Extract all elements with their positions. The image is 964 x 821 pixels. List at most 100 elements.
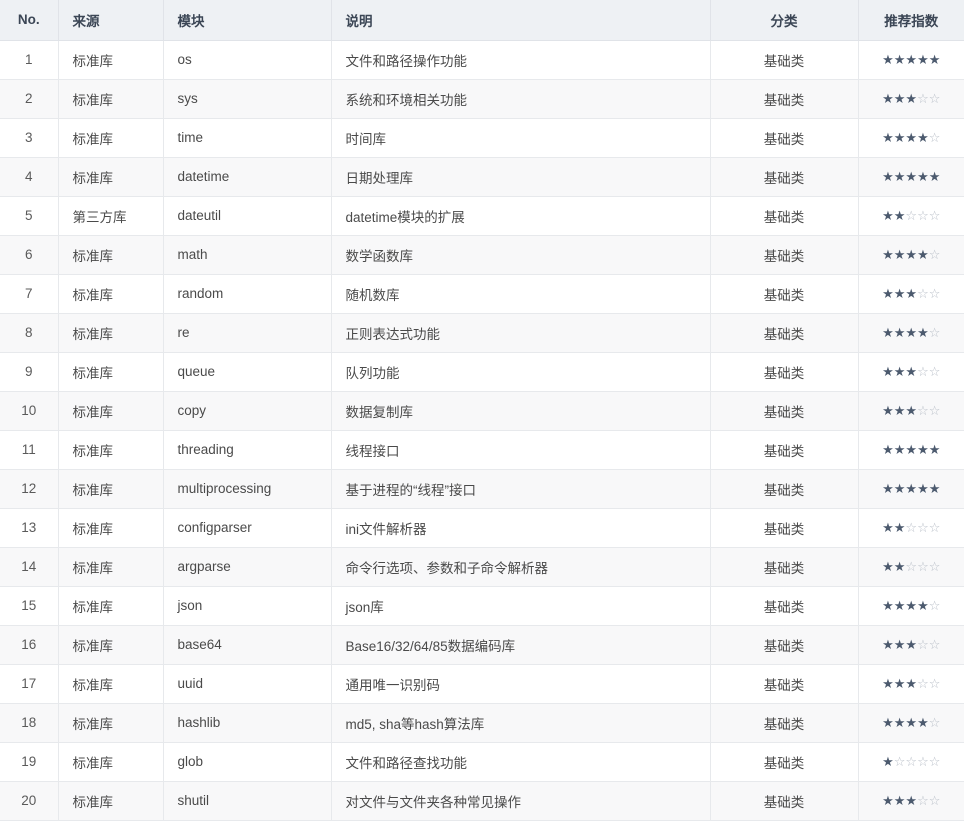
cell-category: 基础类 [710,196,859,236]
rating-stars: ★★★★★ [882,482,940,497]
cell-no: 8 [0,313,59,353]
star-filled-icon: ★ [928,443,941,458]
table-row[interactable]: 7 标准库 random 随机数库 基础类 ★★★☆☆ [0,274,964,314]
cell-no: 9 [0,352,59,392]
table-body: 1 标准库 os 文件和路径操作功能 基础类 ★★★★★ 2 标准库 sys 系统和环境相关功能基… [0,40,964,821]
table-row[interactable]: 6 标准库 math 数学函数库 基础类 ★★★★☆ [0,235,964,275]
column-header-no[interactable]: No. [0,0,59,41]
table-row[interactable]: 10 标准库 copy 数据复制库 基础类 ★★★☆☆ [0,391,964,431]
column-header-rating[interactable]: 推荐指数 [858,0,964,41]
cell-description: 通用唯一识别码 [331,664,711,704]
cell-rating: ★★★☆☆ [858,781,964,821]
cell-category: 基础类 [710,157,859,197]
table-row[interactable]: 13 标准库 configparser ini文件解析器 基础类 ★★☆☆☆ [0,508,964,548]
table-row[interactable]: 16 标准库 base64 Base16/32/64/85数据编码库 基础类 ★★★☆☆ [0,625,964,665]
star-empty-icon: ☆ [928,638,941,653]
column-header-category[interactable]: 分类 [710,0,859,41]
cell-rating: ★☆☆☆☆ [858,742,964,782]
cell-description: 日期处理库 [331,157,711,197]
cell-no: 12 [0,469,59,509]
table-row[interactable]: 8 标准库 re 正则表达式功能 基础类 ★★★★☆ [0,313,964,353]
cell-category: 基础类 [710,547,859,587]
star-filled-icon: ★ [928,482,941,497]
star-filled-icon: ★ [893,560,906,575]
star-empty-icon: ☆ [905,755,918,770]
table-row[interactable]: 18 标准库 hashlib md5, sha等hash算法库 基础类 ★★★★☆ [0,703,964,743]
cell-rating: ★★★★★ [858,157,964,197]
modules-table-container: No. 来源 模块 说明 分类 推荐指数 1 标准库 os 文件和路径操作功能 基础类 ★… [0,0,964,821]
star-empty-icon: ☆ [917,92,929,107]
table-row[interactable]: 1 标准库 os 文件和路径操作功能 基础类 ★★★★★ [0,40,964,80]
star-filled-icon: ★ [882,638,894,653]
table-row[interactable]: 2 标准库 sys 系统和环境相关功能 基础类 ★★★☆☆ [0,79,964,119]
cell-source: 标准库 [58,430,164,470]
star-filled-icon: ★ [905,794,918,809]
star-empty-icon: ☆ [928,131,941,146]
star-filled-icon: ★ [893,482,906,497]
cell-no: 6 [0,235,59,275]
cell-rating: ★★★☆☆ [858,352,964,392]
star-empty-icon: ☆ [917,209,929,224]
star-filled-icon: ★ [917,482,929,497]
cell-rating: ★★☆☆☆ [858,547,964,587]
table-row[interactable]: 9 标准库 queue 队列功能 基础类 ★★★☆☆ [0,352,964,392]
star-filled-icon: ★ [893,209,906,224]
cell-no: 16 [0,625,59,665]
cell-module: sys [163,79,332,119]
rating-stars: ★★★★☆ [882,599,940,614]
cell-category: 基础类 [710,118,859,158]
star-filled-icon: ★ [882,404,894,419]
cell-rating: ★★★☆☆ [858,274,964,314]
cell-source: 标准库 [58,664,164,704]
table-row[interactable]: 17 标准库 uuid 通用唯一识别码 基础类 ★★★☆☆ [0,664,964,704]
cell-no: 4 [0,157,59,197]
cell-no: 1 [0,40,59,80]
cell-source: 标准库 [58,274,164,314]
star-filled-icon: ★ [882,170,894,185]
cell-description: json库 [331,586,711,626]
table-row[interactable]: 11 标准库 threading 线程接口 基础类 ★★★★★ [0,430,964,470]
table-row[interactable]: 15 标准库 json json库 基础类 ★★★★☆ [0,586,964,626]
star-filled-icon: ★ [882,560,894,575]
table-row[interactable]: 19 标准库 glob 文件和路径查找功能 基础类 ★☆☆☆☆ [0,742,964,782]
cell-rating: ★★★★★ [858,430,964,470]
table-row[interactable]: 3 标准库 time 时间库 基础类 ★★★★☆ [0,118,964,158]
cell-module: random [163,274,332,314]
cell-category: 基础类 [710,703,859,743]
star-filled-icon: ★ [893,716,906,731]
star-filled-icon: ★ [905,53,918,68]
table-row[interactable]: 5 第三方库 dateutil datetime模块的扩展 基础类 ★★☆☆☆ [0,196,964,236]
star-filled-icon: ★ [882,326,894,341]
cell-category: 基础类 [710,274,859,314]
star-filled-icon: ★ [882,209,894,224]
column-header-desc[interactable]: 说明 [331,0,711,41]
star-filled-icon: ★ [905,92,918,107]
star-empty-icon: ☆ [928,755,941,770]
column-header-module[interactable]: 模块 [163,0,332,41]
cell-description: Base16/32/64/85数据编码库 [331,625,711,665]
rating-stars: ★★★☆☆ [882,365,940,380]
star-empty-icon: ☆ [905,560,918,575]
rating-stars: ★★★☆☆ [882,287,940,302]
star-empty-icon: ☆ [917,521,929,536]
cell-no: 3 [0,118,59,158]
table-row[interactable]: 14 标准库 argparse 命令行选项、参数和子命令解析器 基础类 ★★☆☆☆ [0,547,964,587]
table-row[interactable]: 4 标准库 datetime 日期处理库 基础类 ★★★★★ [0,157,964,197]
rating-stars: ★★★☆☆ [882,677,940,692]
cell-module: queue [163,352,332,392]
cell-module: threading [163,430,332,470]
star-empty-icon: ☆ [928,794,941,809]
table-row[interactable]: 20 标准库 shutil 对文件与文件夹各种常见操作 基础类 ★★★☆☆ [0,781,964,821]
rating-stars: ★★★★☆ [882,248,940,263]
star-filled-icon: ★ [905,365,918,380]
cell-no: 5 [0,196,59,236]
cell-rating: ★★★☆☆ [858,664,964,704]
cell-no: 2 [0,79,59,119]
cell-description: 对文件与文件夹各种常见操作 [331,781,711,821]
column-header-source[interactable]: 来源 [58,0,164,41]
star-filled-icon: ★ [917,326,929,341]
cell-rating: ★★★☆☆ [858,391,964,431]
cell-no: 10 [0,391,59,431]
table-row[interactable]: 12 标准库 multiprocessing 基于进程的“线程”接口 基础类 ★★★★★ [0,469,964,509]
star-filled-icon: ★ [882,755,894,770]
